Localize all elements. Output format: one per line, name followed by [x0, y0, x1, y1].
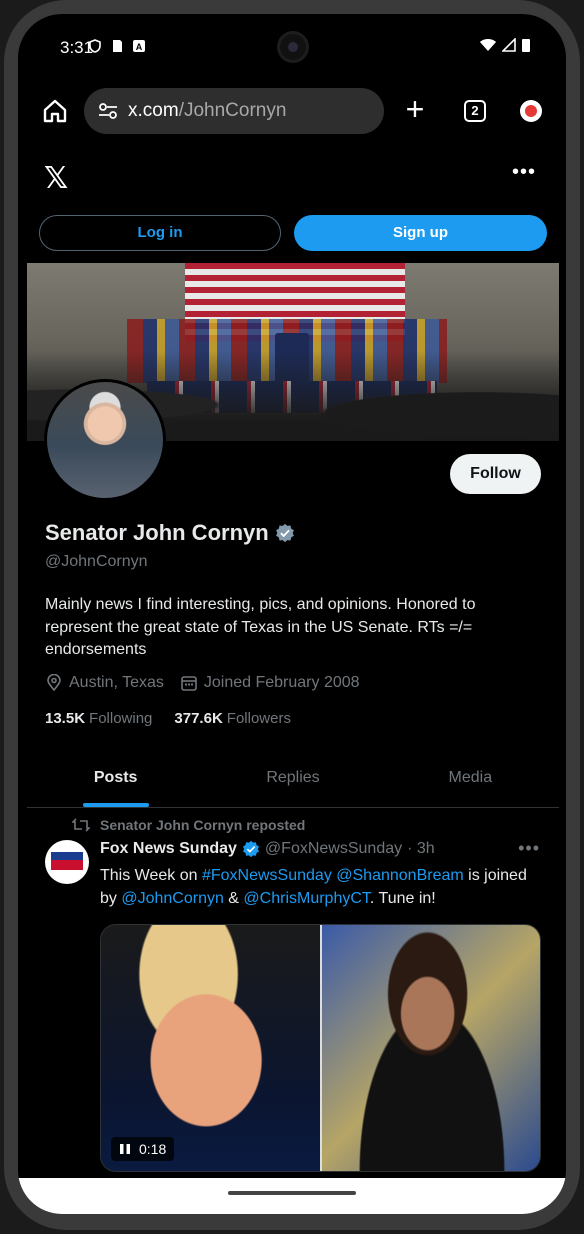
video-frame-left	[101, 925, 320, 1171]
mention-link[interactable]: @JohnCornyn	[121, 890, 224, 907]
login-button[interactable]: Log in	[39, 215, 281, 251]
url-domain: x.com	[128, 100, 179, 121]
system-nav-bar	[18, 1178, 566, 1214]
profile-meta: Austin, Texas Joined February 2008	[45, 674, 360, 692]
post-text-part: &	[223, 890, 244, 907]
tab-posts[interactable]: Posts	[27, 752, 204, 807]
profile-name-row: Senator John Cornyn	[45, 520, 295, 546]
post-text-part: This Week on	[100, 867, 202, 884]
post-author-avatar[interactable]	[45, 840, 89, 884]
video-time: 0:18	[139, 1141, 167, 1157]
browser-toolbar: x.com/JohnCornyn + 2	[18, 84, 566, 138]
battery-icon	[522, 39, 530, 52]
location-pin-icon	[47, 674, 61, 692]
post-time[interactable]: · 3h	[407, 840, 435, 858]
status-right-icons	[480, 38, 530, 52]
profile-handle: @JohnCornyn	[45, 553, 148, 570]
url-bar[interactable]: x.com/JohnCornyn	[84, 88, 384, 134]
home-icon[interactable]	[42, 98, 68, 124]
post-author-handle[interactable]: @FoxNewsSunday	[265, 840, 402, 858]
repost-icon	[72, 818, 90, 832]
follow-button[interactable]: Follow	[450, 454, 541, 494]
profile-stats: 13.5K Following 377.6K Followers	[45, 710, 291, 727]
avatar-photo	[47, 382, 163, 498]
svg-text:A: A	[136, 42, 143, 52]
avatar-logo-bottom	[51, 860, 83, 870]
followers-label: Followers	[226, 710, 291, 727]
tab-media[interactable]: Media	[382, 752, 559, 807]
repost-indicator: Senator John Cornyn reposted	[72, 817, 305, 833]
hashtag-link[interactable]: #FoxNewsSunday	[202, 867, 332, 884]
video-controls[interactable]: 0:18	[111, 1137, 175, 1161]
post-more-icon[interactable]: •••	[518, 838, 540, 859]
joined-text: Joined February 2008	[203, 674, 360, 691]
shield-icon	[89, 39, 101, 53]
new-tab-button[interactable]: +	[402, 93, 428, 125]
profile-avatar[interactable]	[44, 379, 166, 501]
status-left-icons: A	[88, 39, 146, 53]
screen: 3:31 A x.com/JohnCornyn + 2 𝕏 ••• Log in…	[18, 14, 566, 1214]
x-header: 𝕏 •••	[18, 149, 566, 199]
mention-link[interactable]: @ShannonBream	[336, 867, 463, 884]
auth-buttons: Log in Sign up	[38, 214, 547, 252]
sd-card-icon	[113, 40, 122, 52]
following-count: 13.5K	[45, 710, 86, 727]
post-author-name[interactable]: Fox News Sunday	[100, 840, 237, 858]
signup-button[interactable]: Sign up	[294, 215, 547, 251]
wifi-icon	[480, 39, 496, 51]
post-video[interactable]: 0:18	[100, 924, 541, 1172]
profile-location: Austin, Texas	[45, 674, 164, 692]
following-link[interactable]: 13.5K Following	[45, 710, 152, 727]
pause-icon[interactable]	[119, 1143, 131, 1155]
post-text-part: . Tune in!	[369, 890, 436, 907]
profile-joined: Joined February 2008	[180, 674, 360, 692]
tab-switcher-button[interactable]: 2	[464, 100, 486, 122]
site-settings-icon[interactable]	[98, 102, 118, 120]
profile-bio: Mainly news I find interesting, pics, an…	[45, 596, 476, 658]
post-text: This Week on #FoxNewsSunday @ShannonBrea…	[100, 864, 540, 910]
followers-count: 377.6K	[174, 710, 223, 727]
repost-text[interactable]: Senator John Cornyn reposted	[100, 817, 305, 833]
verified-badge-icon[interactable]	[242, 840, 260, 858]
more-options-icon[interactable]: •••	[512, 161, 536, 184]
profile-tabs: Posts Replies Media	[27, 752, 559, 808]
location-text: Austin, Texas	[69, 674, 164, 691]
update-alert-icon[interactable]	[520, 100, 542, 122]
x-logo-icon[interactable]: 𝕏	[44, 161, 68, 196]
following-label: Following	[89, 710, 153, 727]
followers-link[interactable]: 377.6K Followers	[174, 710, 291, 727]
video-frame-right	[322, 925, 540, 1171]
post-header: Fox News Sunday @FoxNewsSunday · 3h	[100, 840, 435, 858]
tab-replies[interactable]: Replies	[204, 752, 381, 807]
url-text[interactable]: x.com/JohnCornyn	[128, 100, 286, 122]
gesture-handle[interactable]	[228, 1191, 356, 1195]
calendar-icon	[181, 676, 197, 691]
signal-icon	[502, 38, 516, 52]
avatar-logo-top	[51, 852, 83, 860]
verified-badge-icon[interactable]	[275, 523, 295, 543]
profile-display-name: Senator John Cornyn	[45, 520, 269, 545]
status-bar: 3:31 A	[18, 14, 566, 74]
url-path: /JohnCornyn	[178, 100, 287, 121]
mention-link[interactable]: @ChrisMurphyCT	[243, 890, 369, 907]
font-a-icon: A	[133, 40, 145, 52]
front-camera	[280, 34, 306, 60]
